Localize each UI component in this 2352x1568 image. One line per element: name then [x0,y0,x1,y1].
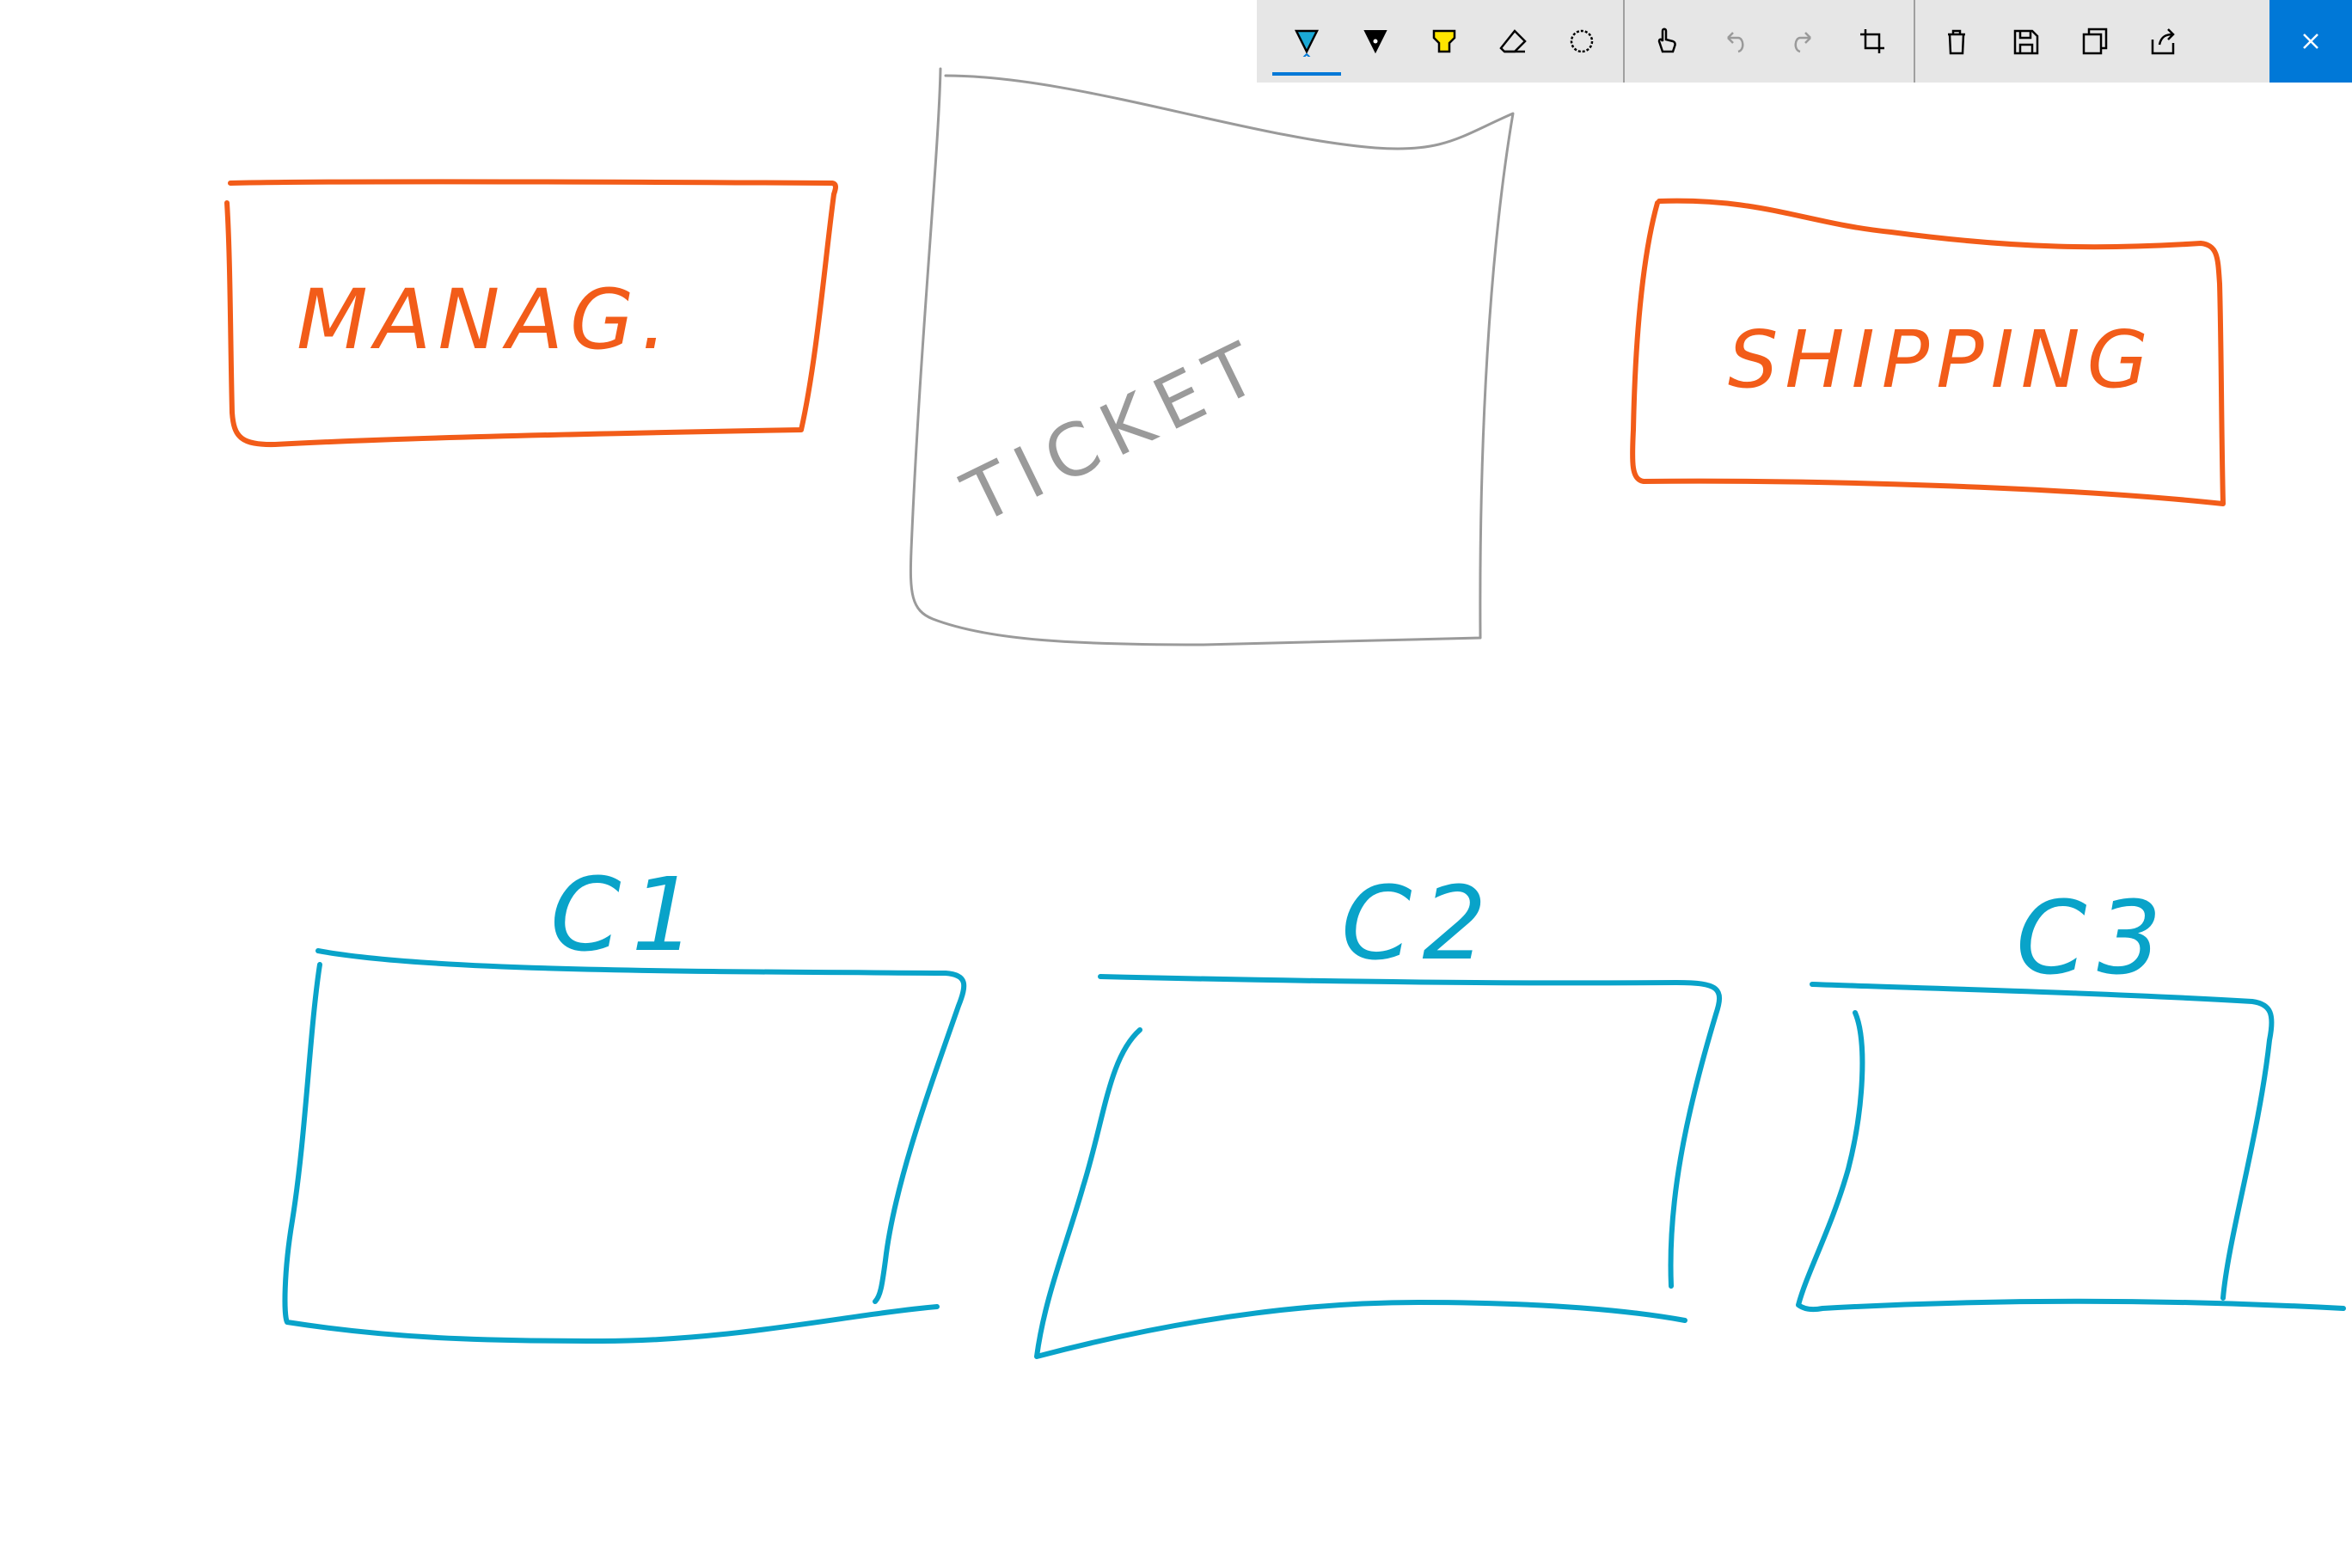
c2-label: C2 [1341,864,1497,983]
lasso-icon[interactable] [1547,0,1616,83]
crop-icon[interactable] [1838,0,1907,83]
toolbar [1257,0,2352,83]
close-icon[interactable] [2269,0,2352,83]
c2-box-bottom [1034,1027,1687,1359]
eraser-icon[interactable] [1479,0,1547,83]
highlighter-icon[interactable] [1410,0,1479,83]
c1-box-bottom [282,962,940,1344]
touch-writing-icon[interactable] [1632,0,1700,83]
c1-box [315,948,967,1304]
undo-icon[interactable] [1700,0,1769,83]
toolbar-divider [1623,0,1625,83]
c3-box [1810,982,2275,1301]
redo-icon[interactable] [1769,0,1838,83]
drawing-canvas[interactable]: MANAG. TICKET SHIPPING C1 C2 C3 [0,0,2352,1568]
ballpoint-pen-icon[interactable] [1272,0,1341,83]
manag-label: MANAG. [297,272,674,368]
c1-label: C1 [550,855,706,974]
toolbar-divider [1914,0,1915,83]
ticket-label: TICKET [950,322,1280,540]
c3-box-bottom [1796,1010,2346,1313]
shipping-label: SHIPPING [1728,314,2155,406]
trash-icon[interactable] [1922,0,1991,83]
save-icon[interactable] [1991,0,2060,83]
copy-icon[interactable] [2060,0,2128,83]
c2-box [1098,974,1722,1289]
pencil-icon[interactable] [1341,0,1410,83]
c3-label: C3 [2016,879,2171,997]
share-icon[interactable] [2128,0,2197,83]
